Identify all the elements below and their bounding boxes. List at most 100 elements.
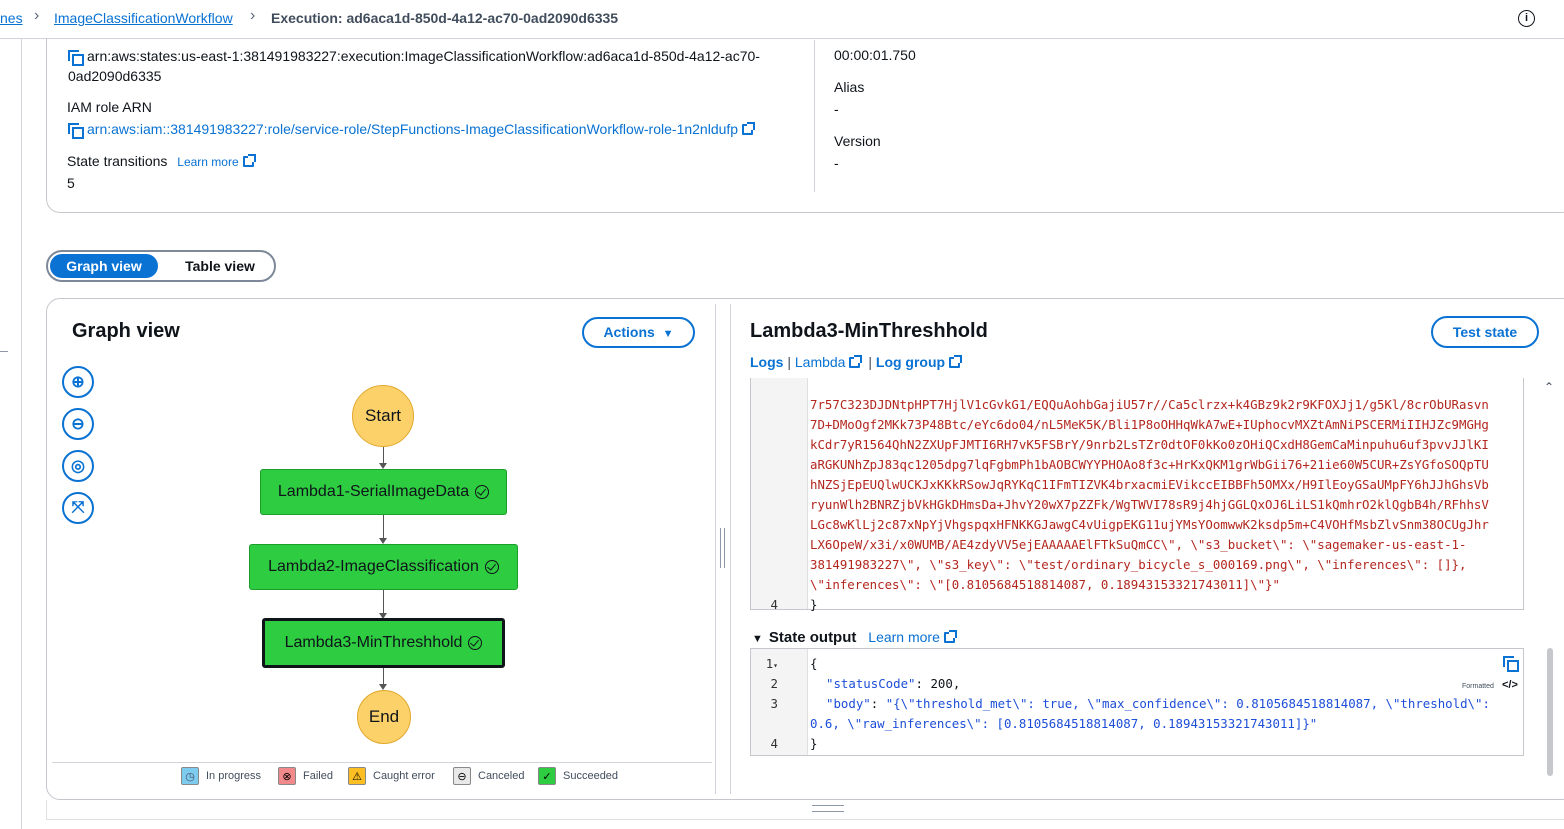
- bottom-resize-handle[interactable]: [812, 805, 844, 812]
- input-line: }: [810, 597, 818, 612]
- input-line: aRGKUNhZpJ83qc1205dpg7lqFgbmPh1bAOBCWYYP…: [810, 457, 1489, 472]
- clock-icon: ◷: [181, 767, 199, 785]
- resize-handle[interactable]: [720, 528, 725, 568]
- iam-role-arn[interactable]: arn:aws:iam::381491983227:role/service-r…: [68, 121, 756, 139]
- learn-more-link[interactable]: Learn more: [177, 155, 238, 169]
- input-line: hNZSjEpEUQlwUCKJxKKkRSowJqRYKqC1IFmTIZVK…: [810, 477, 1489, 492]
- breadcrumb-chevron-icon: ›: [250, 7, 256, 24]
- zoom-in-icon[interactable]: ⊕: [62, 366, 94, 398]
- copy-icon[interactable]: [68, 123, 84, 139]
- side-navigation-tick: [0, 351, 8, 352]
- success-check-icon: [484, 560, 499, 574]
- copy-icon[interactable]: [68, 50, 84, 66]
- input-line: 381491983227\", \"s3_key\": \"test/ordin…: [810, 557, 1467, 572]
- duration-value: 00:00:01.750: [834, 47, 916, 63]
- input-line: 7D+DMoOgf2MKk73P48Btc/eYc6do04/nL5MeK5K/…: [810, 417, 1489, 432]
- scroll-up-icon[interactable]: ⌃: [1544, 380, 1554, 394]
- caret-down-icon: ▼: [662, 328, 674, 340]
- breadcrumb-link-workflow[interactable]: ImageClassificationWorkflow: [54, 10, 233, 26]
- external-link-icon: [943, 630, 957, 643]
- breadcrumb: nes › ImageClassificationWorkflow › Exec…: [0, 0, 1564, 39]
- external-link-icon: [742, 122, 756, 135]
- end-node[interactable]: End: [357, 690, 411, 744]
- line-number: 1▾: [765, 656, 778, 671]
- success-check-icon: [468, 636, 483, 650]
- resource-links: Logs | Lambda | Log group: [750, 354, 963, 370]
- execution-arn-line1: arn:aws:states:us-east-1:381491983227:ex…: [87, 48, 760, 64]
- legend-in-progress: ◷ In progress: [181, 767, 261, 785]
- input-line: 7r57C323DJDNtpHPT7HjlV1cGvkG1/EQQuAohbGa…: [810, 397, 1489, 412]
- legend-divider: [52, 762, 712, 763]
- input-line: ryunWlh2BNRZjbVkHGkDHmsDa+JhvY20wX7pZZFk…: [810, 497, 1489, 512]
- info-icon[interactable]: i: [1518, 10, 1535, 27]
- graph-title: Graph view: [72, 320, 180, 342]
- input-line: kCdr7yR1564QhN2ZXUpFJMTI6RH7vK5FSBrY/9nr…: [810, 437, 1489, 452]
- canceled-icon: ⊖: [453, 767, 471, 785]
- bottom-panel: [46, 800, 1564, 820]
- warning-icon: ⚠: [348, 767, 366, 785]
- side-navigation-edge: [21, 38, 22, 829]
- state-output-header[interactable]: ▼ State output Learn more: [752, 629, 957, 646]
- external-link-icon: [849, 355, 863, 368]
- input-line: LGc8wKlLj2c87xNpYjVhgspqxHFNKKGJawgC4vUi…: [810, 517, 1489, 532]
- breadcrumb-current: Execution: ad6aca1d-850d-4a12-ac70-0ad20…: [271, 10, 619, 26]
- error-icon: ⊗: [278, 767, 296, 785]
- iam-role-arn-link[interactable]: arn:aws:iam::381491983227:role/service-r…: [87, 121, 738, 137]
- lambda-link[interactable]: Lambda: [795, 354, 846, 370]
- output-line: }: [810, 736, 818, 751]
- success-check-icon: [475, 485, 490, 499]
- state-input-code: [750, 378, 1524, 610]
- details-column-divider: [814, 40, 815, 192]
- state-transitions-value: 5: [67, 175, 75, 191]
- start-node[interactable]: Start: [352, 385, 414, 447]
- state-transitions-label: State transitions Learn more: [67, 153, 256, 169]
- execution-arn[interactable]: arn:aws:states:us-east-1:381491983227:ex…: [68, 46, 798, 86]
- output-line: 0.6, \"raw_inferences\": [0.810568451881…: [810, 716, 1318, 731]
- node-lambda1[interactable]: Lambda1-SerialImageData: [260, 469, 507, 515]
- fit-to-screen-icon[interactable]: ⤧: [62, 492, 94, 524]
- test-state-button[interactable]: Test state: [1431, 316, 1539, 348]
- legend-failed: ⊗ Failed: [278, 767, 333, 785]
- input-line: LX6OpeW/x3i/x0WUMB/AE4zdyVV5ejEAAAAAElFT…: [810, 537, 1467, 552]
- external-link-icon: [242, 154, 256, 167]
- line-number: 4: [770, 736, 778, 751]
- legend-succeeded: ✓ Succeeded: [538, 767, 618, 785]
- actions-button[interactable]: Actions ▼: [582, 317, 695, 348]
- version-label: Version: [834, 133, 881, 149]
- input-line: \"inferences\": \"[0.8105684518814087, 0…: [810, 577, 1280, 592]
- graph-view-toggle-button[interactable]: Graph view: [50, 254, 158, 278]
- version-value: -: [834, 155, 839, 171]
- formatted-label: Formatted: [1462, 683, 1494, 690]
- logs-link[interactable]: Logs: [750, 354, 783, 370]
- collapse-caret-icon: ▼: [752, 633, 763, 645]
- center-icon[interactable]: ◎: [62, 450, 94, 482]
- breadcrumb-chevron-icon: ›: [34, 7, 40, 24]
- execution-arn-line2: 0ad2090d6335: [68, 68, 162, 84]
- learn-more-link[interactable]: Learn more: [868, 629, 940, 645]
- line-number: 2: [770, 676, 778, 691]
- alias-label: Alias: [834, 79, 865, 95]
- zoom-out-icon[interactable]: ⊖: [62, 408, 94, 440]
- pane-divider: [715, 304, 716, 794]
- legend-caught-error: ⚠ Caught error: [348, 767, 435, 785]
- success-icon: ✓: [538, 767, 556, 785]
- node-lambda3-selected[interactable]: Lambda3-MinThreshhold: [262, 618, 505, 668]
- detail-title: Lambda3-MinThreshhold: [750, 320, 988, 342]
- pane-divider: [730, 304, 731, 794]
- external-link-icon: [949, 355, 963, 368]
- line-number: 3: [770, 696, 778, 711]
- legend-canceled: ⊖ Canceled: [453, 767, 524, 785]
- alias-value: -: [834, 101, 839, 117]
- output-line: "body": "{\"threshold_met\": true, \"max…: [826, 696, 1490, 711]
- breadcrumb-link-state-machines[interactable]: nes: [0, 10, 23, 26]
- scrollbar[interactable]: [1547, 648, 1553, 776]
- node-lambda2[interactable]: Lambda2-ImageClassification: [249, 544, 518, 590]
- iam-role-label: IAM role ARN: [67, 99, 152, 115]
- output-line: {: [810, 656, 818, 671]
- code-format-icon[interactable]: </>: [1502, 679, 1518, 691]
- table-view-toggle-button[interactable]: Table view: [170, 254, 270, 278]
- line-number: 4: [770, 597, 778, 612]
- log-group-link[interactable]: Log group: [876, 354, 945, 370]
- copy-icon[interactable]: [1503, 656, 1519, 672]
- output-line: "statusCode": 200,: [826, 676, 961, 691]
